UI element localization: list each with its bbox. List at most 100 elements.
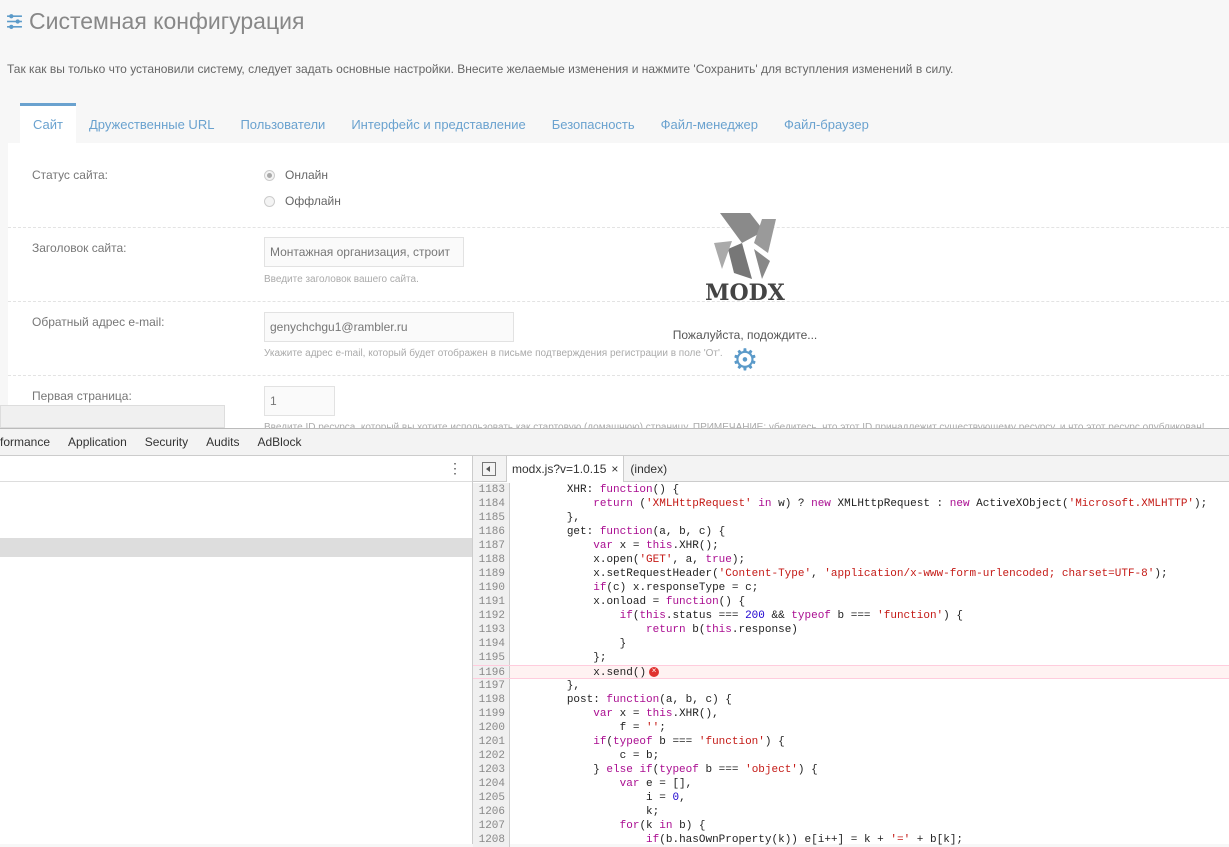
file-tab-index[interactable]: (index)	[624, 462, 667, 476]
code-token: this	[646, 540, 673, 552]
line-number[interactable]: 1199	[473, 707, 510, 721]
line-number[interactable]: 1208	[473, 833, 510, 847]
code-token: b	[679, 820, 686, 832]
code-text: var x = this.XHR(),	[510, 707, 718, 721]
line-number[interactable]: 1197	[473, 679, 510, 693]
line-number[interactable]: 1189	[473, 567, 510, 581]
code-token: =	[725, 582, 746, 594]
code-token: :	[593, 694, 607, 706]
code-token: ,	[672, 694, 686, 706]
line-number[interactable]: 1187	[473, 539, 510, 553]
code-token: ===	[712, 764, 746, 776]
code-token: var	[619, 778, 640, 790]
code-token: ===	[712, 610, 746, 622]
tab-site[interactable]: Сайт	[20, 103, 76, 143]
more-options-icon[interactable]: ⋮	[448, 460, 462, 477]
code-token: 200	[745, 610, 765, 622]
site-name-row: Заголовок сайта: Монтажная организация, …	[8, 228, 1229, 302]
code-token: )	[791, 624, 798, 636]
line-number[interactable]: 1198	[473, 693, 510, 707]
tab-file-browser[interactable]: Файл-браузер	[771, 103, 882, 143]
line-number[interactable]: 1205	[473, 791, 510, 805]
code-token: ) {	[764, 736, 785, 748]
code-token: i	[646, 792, 653, 804]
line-number[interactable]: 1204	[473, 777, 510, 791]
devtools-tab-audits[interactable]: Audits	[197, 435, 248, 449]
line-number[interactable]: 1200	[473, 721, 510, 735]
selected-file-row[interactable]	[0, 538, 472, 557]
tab-users[interactable]: Пользователи	[227, 103, 338, 143]
code-token: =	[626, 722, 647, 734]
code-token: ,	[692, 694, 706, 706]
code-token: ();	[698, 540, 719, 552]
radio-online[interactable]: Онлайн	[264, 168, 328, 182]
code-text: for(k in b) {	[510, 819, 706, 833]
line-number[interactable]: 1206	[473, 805, 510, 819]
line-number[interactable]: 1190	[473, 581, 510, 595]
devtools-tab-application[interactable]: Application	[59, 435, 136, 449]
line-number[interactable]: 1183	[473, 483, 510, 497]
email-input[interactable]: genychchgu1@rambler.ru	[264, 312, 514, 342]
code-token: ) {	[712, 694, 732, 706]
devtools-tab-performance[interactable]: formance	[0, 435, 59, 449]
line-number[interactable]: 1202	[473, 749, 510, 763]
code-line: 1187 var x = this.XHR();	[473, 539, 1229, 553]
code-token: new	[811, 498, 831, 510]
line-number[interactable]: 1191	[473, 595, 510, 609]
code-token: )	[619, 582, 633, 594]
code-token: 'XMLHttpRequest'	[646, 498, 752, 510]
code-token: x	[593, 667, 600, 679]
site-status-label: Статус сайта:	[32, 168, 109, 182]
code-token: status	[672, 610, 713, 622]
radio-offline[interactable]: Оффлайн	[264, 194, 341, 208]
devtools-tab-security[interactable]: Security	[136, 435, 197, 449]
line-number[interactable]: 1207	[473, 819, 510, 833]
line-number[interactable]: 1192	[473, 609, 510, 623]
code-text: };	[510, 651, 606, 665]
page-title-text: Системная конфигурация	[29, 8, 305, 34]
line-number[interactable]: 1195	[473, 651, 510, 665]
line-number[interactable]: 1188	[473, 553, 510, 567]
site-name-input[interactable]: Монтажная организация, строит	[264, 237, 464, 267]
close-tab-icon[interactable]: ×	[611, 462, 618, 476]
line-number[interactable]: 1186	[473, 525, 510, 539]
code-text: if(this.status === 200 && typeof b === '…	[510, 609, 963, 623]
line-number[interactable]: 1196	[473, 666, 510, 679]
tab-friendly-urls[interactable]: Дружественные URL	[76, 103, 227, 143]
line-number[interactable]: 1185	[473, 511, 510, 525]
tab-file-manager[interactable]: Файл-менеджер	[648, 103, 771, 143]
code-token: k	[863, 834, 871, 846]
code-token: () {	[652, 484, 680, 496]
tab-security[interactable]: Безопасность	[539, 103, 648, 143]
code-view[interactable]: 1183 XHR: function() {1184 return ('XMLH…	[473, 482, 1229, 847]
toggle-navigator-icon[interactable]	[482, 461, 496, 476]
settings-sliders-icon	[7, 14, 22, 29]
code-token: ))	[784, 834, 805, 846]
code-text: x.onload = function() {	[510, 595, 745, 609]
line-number[interactable]: 1201	[473, 735, 510, 749]
file-tab-modx-js[interactable]: modx.js?v=1.0.15 ×	[506, 455, 625, 482]
line-number[interactable]: 1203	[473, 763, 510, 777]
error-icon[interactable]: ×	[649, 667, 660, 678]
code-text: XHR: function() {	[510, 483, 679, 497]
line-number[interactable]: 1184	[473, 497, 510, 511]
line-number[interactable]: 1193	[473, 623, 510, 637]
code-token: k	[943, 834, 950, 846]
devtools-tab-adblock[interactable]: AdBlock	[248, 435, 310, 449]
code-token: =	[646, 596, 666, 608]
line-number[interactable]: 1194	[473, 637, 510, 651]
code-token: function	[599, 484, 653, 496]
code-text: x.setRequestHeader('Content-Type', 'appl…	[510, 567, 1167, 581]
start-page-input[interactable]: 1	[264, 386, 335, 416]
code-token: =	[652, 792, 673, 804]
code-token: ActiveXObject	[976, 498, 1062, 510]
tab-interface[interactable]: Интерфейс и представление	[338, 103, 538, 143]
code-token: onload	[606, 596, 647, 608]
